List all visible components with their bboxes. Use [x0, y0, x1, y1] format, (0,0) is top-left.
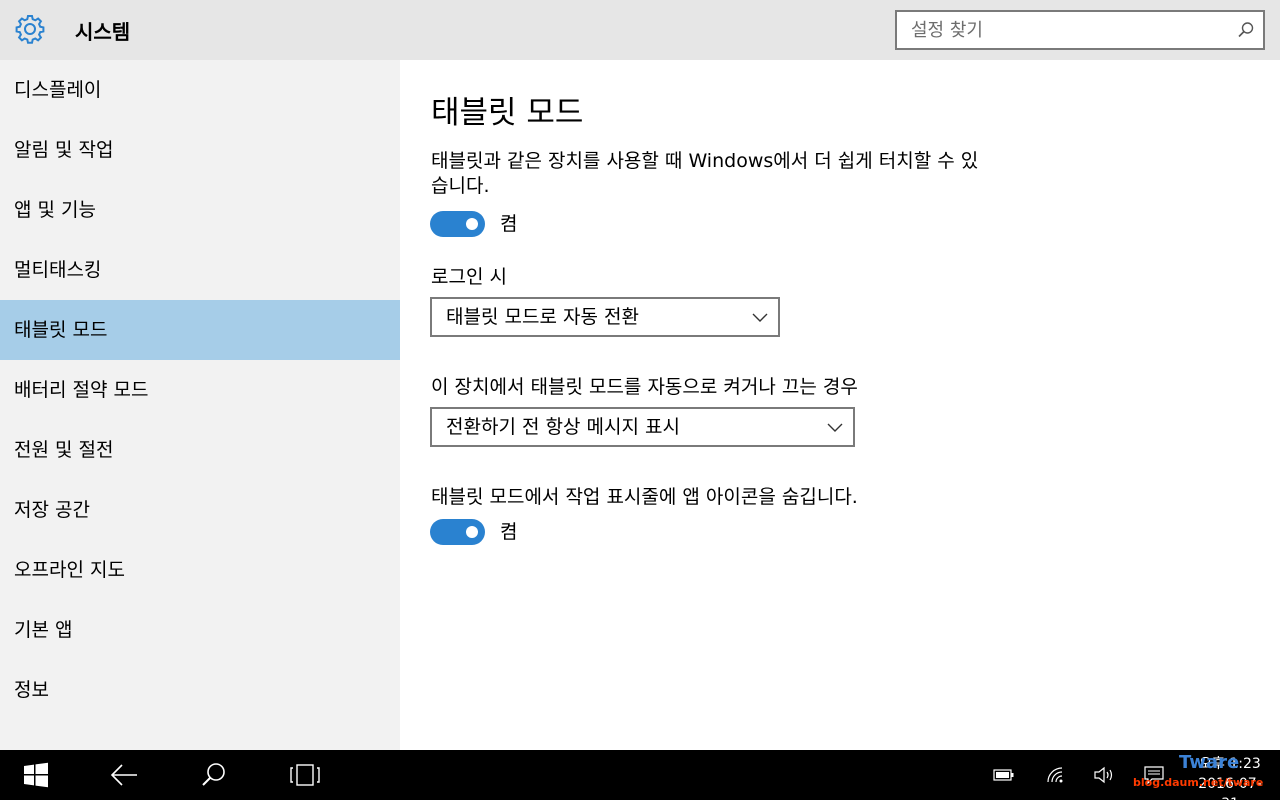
taskbar: 오후 1:23 2016-07-31 Tware blog.daum.net/t…	[0, 750, 1280, 800]
battery-icon	[993, 769, 1014, 781]
sidebar-item-display[interactable]: 디스플레이	[0, 60, 400, 120]
task-view-icon	[290, 764, 320, 786]
tablet-mode-toggle[interactable]	[430, 211, 485, 237]
sidebar-item-multitasking[interactable]: 멀티태스킹	[0, 240, 400, 300]
signin-dropdown[interactable]: 태블릿 모드로 자동 전환	[430, 297, 780, 337]
toggle-knob	[466, 526, 478, 538]
hide-icons-toggle-state: 켬	[500, 521, 518, 543]
battery-button[interactable]	[988, 750, 1020, 800]
back-button[interactable]	[102, 750, 146, 800]
toggle-knob	[466, 218, 478, 230]
sidebar-item-default-apps[interactable]: 기본 앱	[0, 600, 400, 660]
wifi-icon	[1047, 767, 1063, 783]
settings-header: 시스템	[0, 0, 1280, 60]
sidebar-item-battery-saver[interactable]: 배터리 절약 모드	[0, 360, 400, 420]
hide-icons-toggle[interactable]	[430, 519, 485, 545]
page-category-title: 시스템	[75, 20, 131, 44]
back-icon	[110, 764, 137, 786]
sidebar-item-tablet-mode[interactable]: 태블릿 모드	[0, 300, 400, 360]
sidebar-item-notifications[interactable]: 알림 및 작업	[0, 120, 400, 180]
signin-label: 로그인 시	[431, 266, 507, 288]
start-button[interactable]	[14, 750, 58, 800]
wifi-button[interactable]	[1040, 750, 1072, 800]
page-title: 태블릿 모드	[431, 95, 584, 131]
sidebar-item-about[interactable]: 정보	[0, 660, 400, 720]
main-content: 태블릿 모드 태블릿과 같은 장치를 사용할 때 Windows에서 더 쉽게 …	[400, 60, 1280, 750]
sidebar-item-storage[interactable]: 저장 공간	[0, 480, 400, 540]
search-icon[interactable]	[1237, 21, 1255, 39]
action-center-button[interactable]	[1138, 750, 1170, 800]
search-icon	[202, 763, 225, 786]
start-icon	[24, 762, 48, 788]
sidebar-item-apps[interactable]: 앱 및 기능	[0, 180, 400, 240]
task-view-button[interactable]	[283, 750, 327, 800]
sidebar-item-power-sleep[interactable]: 전원 및 절전	[0, 420, 400, 480]
gear-icon	[15, 15, 45, 44]
autoswitch-dropdown-value: 전환하기 전 항상 메시지 표시	[446, 416, 680, 438]
autoswitch-label: 이 장치에서 태블릿 모드를 자동으로 켜거나 끄는 경우	[431, 376, 858, 398]
volume-button[interactable]	[1088, 750, 1120, 800]
watermark-brand: Tware	[1179, 752, 1240, 773]
tablet-mode-toggle-state: 켬	[500, 213, 518, 235]
sidebar-item-offline-maps[interactable]: 오프라인 지도	[0, 540, 400, 600]
sidebar: 디스플레이 알림 및 작업 앱 및 기능 멀티태스킹 태블릿 모드 배터리 절약…	[0, 60, 400, 750]
chevron-down-icon	[827, 423, 843, 432]
signin-dropdown-value: 태블릿 모드로 자동 전환	[446, 306, 639, 328]
tablet-mode-description: 태블릿과 같은 장치를 사용할 때 Windows에서 더 쉽게 터치할 수 있…	[431, 150, 979, 197]
autoswitch-dropdown[interactable]: 전환하기 전 항상 메시지 표시	[430, 407, 855, 447]
taskbar-search-button[interactable]	[192, 750, 236, 800]
watermark-url: blog.daum.net/tware	[1133, 776, 1264, 789]
search-box[interactable]	[895, 10, 1265, 50]
chevron-down-icon	[752, 313, 768, 322]
hide-icons-label: 태블릿 모드에서 작업 표시줄에 앱 아이콘을 숨깁니다.	[431, 486, 858, 508]
volume-icon	[1094, 766, 1113, 784]
search-input[interactable]	[897, 12, 1227, 48]
